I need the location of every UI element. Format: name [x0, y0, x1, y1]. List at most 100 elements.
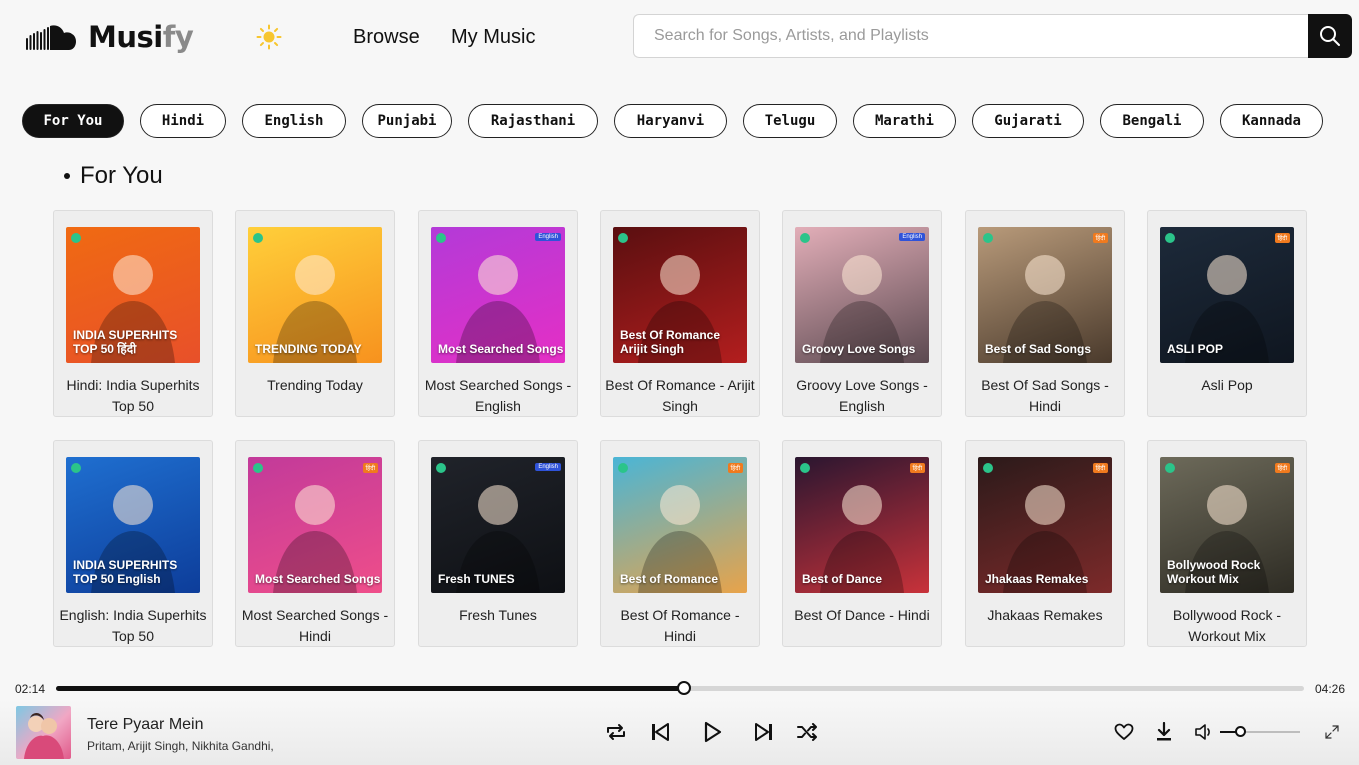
playlist-title[interactable]: Most Searched Songs - English: [423, 375, 573, 417]
progress-handle[interactable]: [677, 681, 691, 695]
shuffle-button[interactable]: [796, 720, 820, 744]
playlist-title[interactable]: Hindi: India Superhits Top 50: [58, 375, 208, 417]
current-time: 02:14: [15, 682, 46, 696]
playlist-card[interactable]: INDIA SUPERHITS TOP 50 English English: I…: [53, 440, 213, 647]
playlist-title[interactable]: Best Of Romance - Hindi: [605, 605, 755, 647]
filter-chip-for-you[interactable]: For You: [22, 104, 124, 138]
playlist-card[interactable]: English Groovy Love Songs Groovy Love Song…: [782, 210, 942, 417]
playlist-title[interactable]: English: India Superhits Top 50: [58, 605, 208, 647]
playlist-cover[interactable]: English Fresh TUNES: [431, 457, 565, 593]
now-playing-cover[interactable]: [16, 706, 71, 759]
search-bar: [633, 14, 1352, 58]
cover-art-text: Bollywood Rock Workout Mix: [1167, 558, 1261, 586]
playlist-card[interactable]: English Fresh TUNES Fresh Tunes: [418, 440, 578, 647]
play-button[interactable]: [700, 720, 724, 744]
track-title[interactable]: Tere Pyaar Mein: [87, 716, 204, 734]
repeat-button[interactable]: [604, 720, 628, 744]
next-button[interactable]: [752, 720, 776, 744]
download-button[interactable]: [1152, 720, 1176, 744]
track-artists[interactable]: Pritam, Arijit Singh, Nikhita Gandhi,: [87, 739, 274, 753]
repeat-icon: [607, 724, 625, 740]
playlist-cover[interactable]: English Groovy Love Songs: [795, 227, 929, 363]
volume-slider[interactable]: [1220, 726, 1300, 737]
progress-bar[interactable]: [56, 681, 1304, 695]
playlist-title[interactable]: Best Of Sad Songs - Hindi: [970, 375, 1120, 417]
playlist-card[interactable]: हिंदी ASLI POP Asli Pop: [1147, 210, 1307, 417]
language-filter-bar: For You Hindi English Punjabi Rajasthani Hary…: [22, 104, 1339, 138]
nav-browse-link[interactable]: Browse: [353, 26, 420, 49]
filter-chip-haryanvi[interactable]: Haryanvi: [614, 104, 727, 138]
sun-icon: [256, 24, 282, 50]
playlist-card[interactable]: हिंदी Best of Sad Songs Best Of Sad Songs …: [965, 210, 1125, 417]
playlist-cover[interactable]: हिंदी Best of Dance: [795, 457, 929, 593]
playlist-cover[interactable]: English Most Searched Songs: [431, 227, 565, 363]
theme-toggle-button[interactable]: [256, 24, 282, 50]
volume-icon: [1195, 724, 1210, 740]
top-header: Musify Browse My Music: [0, 0, 1359, 78]
playlist-card[interactable]: हिंदी Most Searched Songs Most Searched So…: [235, 440, 395, 647]
playlist-card[interactable]: TRENDING TODAY Trending Today: [235, 210, 395, 417]
section-heading: For You: [64, 162, 163, 190]
filter-chip-punjabi[interactable]: Punjabi: [362, 104, 452, 138]
playlist-title[interactable]: Trending Today: [240, 375, 390, 396]
playlist-card[interactable]: Best Of Romance Arijit Singh Best Of Roma…: [600, 210, 760, 417]
previous-icon: [652, 723, 669, 741]
search-input[interactable]: [633, 14, 1309, 58]
playlist-title[interactable]: Bollywood Rock - Workout Mix: [1152, 605, 1302, 647]
playlist-title[interactable]: Jhakaas Remakes: [970, 605, 1120, 626]
playlist-title[interactable]: Groovy Love Songs - English: [787, 375, 937, 417]
play-icon: [704, 721, 722, 743]
player-bar: Tere Pyaar Mein Pritam, Arijit Singh, Ni…: [0, 700, 1359, 765]
cover-art-text: INDIA SUPERHITS TOP 50 English: [73, 558, 178, 586]
expand-button[interactable]: [1320, 720, 1344, 744]
cover-art-text: Best of Romance: [620, 572, 719, 586]
playlist-cover[interactable]: हिंदी Most Searched Songs: [248, 457, 382, 593]
playlist-card[interactable]: हिंदी Best of Dance Best Of Dance - Hindi: [782, 440, 942, 647]
playlist-title[interactable]: Most Searched Songs - Hindi: [240, 605, 390, 647]
filter-chip-telugu[interactable]: Telugu: [743, 104, 837, 138]
playlist-cover[interactable]: Best Of Romance Arijit Singh: [613, 227, 747, 363]
playlist-cover[interactable]: हिंदी ASLI POP: [1160, 227, 1294, 363]
logo[interactable]: Musify: [26, 20, 194, 54]
expand-icon: [1325, 725, 1339, 739]
cover-art-text: Groovy Love Songs: [802, 342, 916, 356]
playlist-cover[interactable]: हिंदी Best of Romance: [613, 457, 747, 593]
filter-chip-gujarati[interactable]: Gujarati: [972, 104, 1084, 138]
playlist-cover[interactable]: हिंदी Bollywood Rock Workout Mix: [1160, 457, 1294, 593]
progress-fill: [56, 686, 684, 691]
filter-chip-english[interactable]: English: [242, 104, 346, 138]
playlist-card[interactable]: हिंदी Bollywood Rock Workout Mix Bollywood…: [1147, 440, 1307, 647]
shuffle-icon: [797, 723, 817, 741]
playlist-title[interactable]: Fresh Tunes: [423, 605, 573, 626]
heart-icon: [1114, 723, 1134, 740]
playlist-cover[interactable]: TRENDING TODAY: [248, 227, 382, 363]
cover-art-text: INDIA SUPERHITS TOP 50 हिंदी: [73, 328, 178, 356]
playlist-card[interactable]: हिंदी Best of Romance Best Of Romance - Hi…: [600, 440, 760, 647]
filter-chip-kannada[interactable]: Kannada: [1220, 104, 1323, 138]
section-title: For You: [80, 162, 163, 189]
filter-chip-hindi[interactable]: Hindi: [140, 104, 226, 138]
filter-chip-bengali[interactable]: Bengali: [1100, 104, 1204, 138]
playlist-cover[interactable]: INDIA SUPERHITS TOP 50 English: [66, 457, 200, 593]
playlist-card[interactable]: हिंदी Jhakaas Remakes Jhakaas Remakes: [965, 440, 1125, 647]
playlist-title[interactable]: Best Of Romance - Arijit Singh: [605, 375, 755, 417]
like-button[interactable]: [1112, 720, 1136, 744]
cover-art-text: TRENDING TODAY: [255, 342, 362, 356]
volume-button[interactable]: [1192, 720, 1216, 744]
cover-art-text: Best of Dance: [802, 572, 883, 586]
nav-my-music-link[interactable]: My Music: [451, 26, 535, 49]
playlist-card[interactable]: English Most Searched Songs Most Searched …: [418, 210, 578, 417]
playlist-title[interactable]: Asli Pop: [1152, 375, 1302, 396]
previous-button[interactable]: [648, 720, 672, 744]
search-icon: [1320, 26, 1340, 46]
playlist-cover[interactable]: हिंदी Jhakaas Remakes: [978, 457, 1112, 593]
filter-chip-rajasthani[interactable]: Rajasthani: [468, 104, 598, 138]
cover-art-text: ASLI POP: [1167, 342, 1224, 356]
playlist-title[interactable]: Best Of Dance - Hindi: [787, 605, 937, 626]
filter-chip-marathi[interactable]: Marathi: [853, 104, 956, 138]
playlist-card[interactable]: INDIA SUPERHITS TOP 50 हिंदी Hindi: India…: [53, 210, 213, 417]
playlist-cover[interactable]: INDIA SUPERHITS TOP 50 हिंदी: [66, 227, 200, 363]
playlist-cover[interactable]: हिंदी Best of Sad Songs: [978, 227, 1112, 363]
volume-handle[interactable]: [1235, 726, 1246, 737]
search-button[interactable]: [1308, 14, 1352, 58]
